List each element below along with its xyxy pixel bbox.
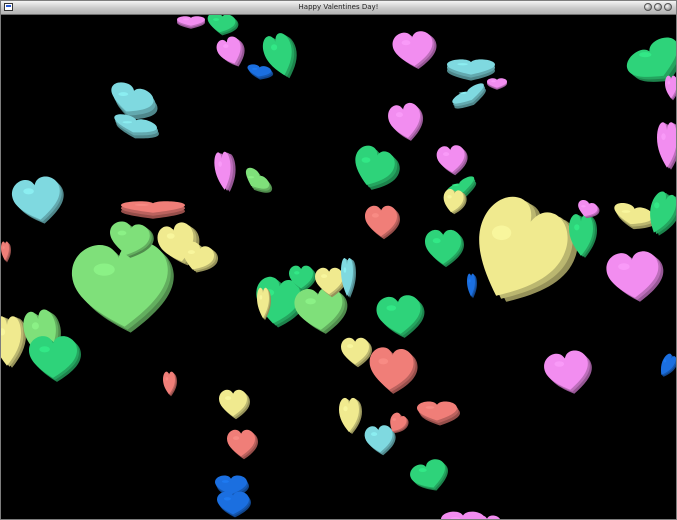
candy-heart	[375, 294, 427, 340]
candy-heart	[447, 59, 495, 81]
candy-heart	[214, 34, 250, 71]
candy-heart	[29, 336, 81, 382]
candy-heart	[391, 30, 439, 71]
candy-heart	[450, 81, 490, 114]
candy-heart	[219, 389, 250, 420]
window-title: Happy Valentines Day!	[298, 3, 379, 11]
candy-heart	[246, 63, 274, 82]
candy-heart	[386, 101, 427, 144]
candy-heart	[1, 241, 11, 263]
candy-heart	[240, 165, 275, 199]
candy-heart	[205, 15, 240, 38]
candy-heart	[456, 187, 588, 321]
candy-heart	[9, 174, 69, 228]
candy-heart	[656, 352, 676, 380]
candy-heart	[657, 122, 676, 170]
candy-heart	[425, 229, 464, 268]
candy-heart	[417, 401, 460, 426]
candy-heart	[293, 286, 350, 336]
candy-heart	[665, 75, 676, 101]
candy-heart	[213, 151, 238, 193]
close-icon[interactable]	[664, 3, 672, 11]
candy-heart	[69, 239, 179, 337]
candy-heart	[177, 16, 205, 29]
app-window: Happy Valentines Day!	[0, 0, 677, 520]
candy-heart	[347, 142, 404, 197]
candy-heart	[339, 397, 362, 435]
candy-heart	[217, 491, 251, 518]
candy-heart	[467, 273, 477, 299]
candy-heart	[227, 429, 258, 460]
candy-heart	[341, 258, 356, 298]
candy-heart	[365, 205, 400, 240]
candy-heart	[1, 316, 26, 368]
candy-heart	[605, 250, 666, 304]
minimize-icon[interactable]	[644, 3, 652, 11]
candy-heart	[407, 456, 454, 497]
hearts-canvas	[1, 15, 676, 519]
candy-heart	[121, 201, 185, 219]
candy-heart	[435, 144, 470, 177]
maximize-icon[interactable]	[654, 3, 662, 11]
candy-heart	[341, 337, 372, 368]
candy-heart	[542, 348, 596, 398]
3d-render-viewport[interactable]	[1, 15, 676, 519]
candy-heart	[163, 371, 177, 397]
title-bar[interactable]: Happy Valentines Day!	[1, 1, 676, 15]
candy-heart	[367, 346, 419, 396]
candy-heart	[487, 78, 507, 90]
